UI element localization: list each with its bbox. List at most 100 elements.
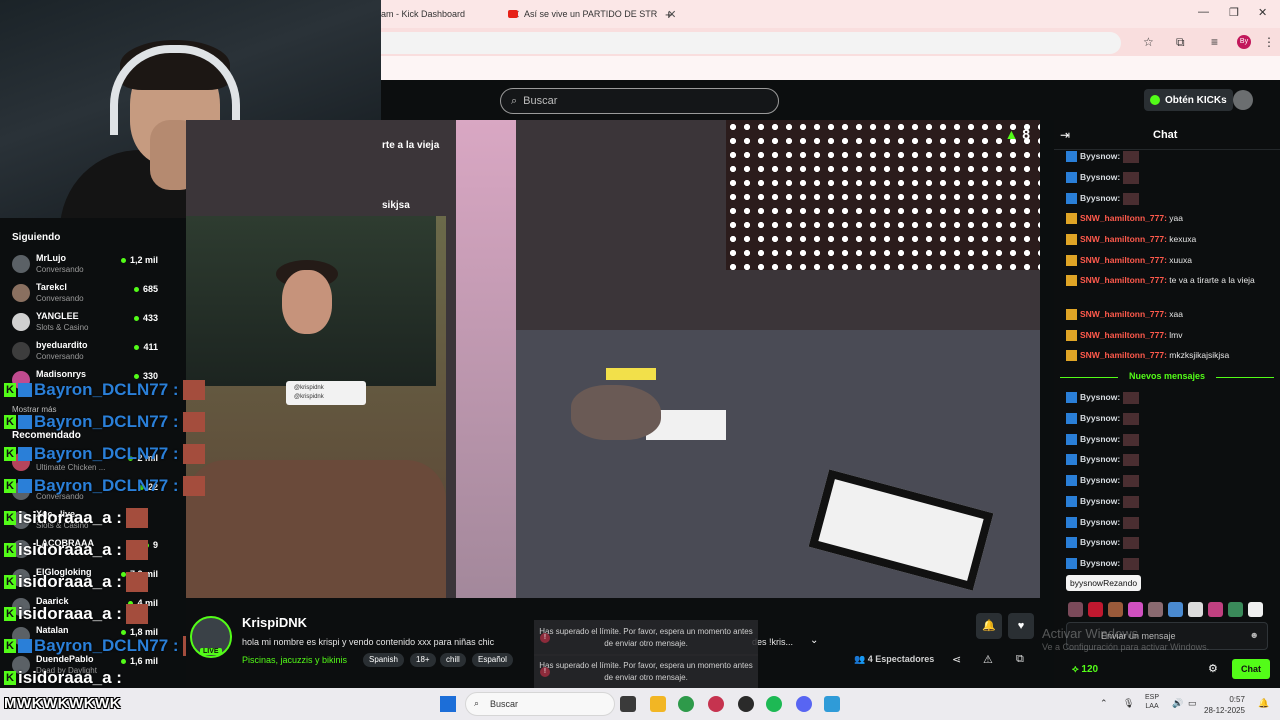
language-region: LAA bbox=[1145, 703, 1159, 710]
chat-message[interactable]: Byysnow: bbox=[1066, 557, 1274, 570]
report-icon[interactable]: ⚠ bbox=[983, 653, 993, 666]
profile-icon[interactable]: By bbox=[1237, 35, 1251, 49]
chat-username: Byysnow: bbox=[1080, 517, 1121, 527]
alert-user: isidoraaa_a : bbox=[18, 572, 122, 591]
maximize-button[interactable]: ❐ bbox=[1229, 6, 1239, 19]
emote-button[interactable] bbox=[1188, 602, 1203, 617]
star-icon[interactable]: ☆ bbox=[1143, 35, 1154, 49]
chat-message[interactable]: SNW_hamiltonn_777: xuuxa bbox=[1066, 254, 1274, 267]
chat-message[interactable]: SNW_hamiltonn_777: te va a tirarte a la … bbox=[1066, 274, 1274, 287]
chat-text: xaa bbox=[1166, 309, 1183, 319]
badge-icon bbox=[1066, 537, 1077, 549]
taskbar-search[interactable]: ⌕ Buscar bbox=[465, 692, 615, 716]
facecam-face bbox=[282, 270, 332, 334]
chat-message[interactable]: Byysnow: bbox=[1066, 412, 1274, 425]
emote-button[interactable] bbox=[1128, 602, 1143, 617]
chevron-down-icon[interactable]: ⌄ bbox=[810, 635, 818, 646]
obs-icon[interactable] bbox=[738, 696, 754, 712]
chat-message[interactable]: Byysnow: bbox=[1066, 171, 1274, 184]
task-view-icon[interactable] bbox=[620, 696, 636, 712]
kicks-balance[interactable]: ⟡ 120 bbox=[1072, 664, 1098, 675]
microphone-icon[interactable]: 🎙 bbox=[1123, 698, 1134, 709]
emote-image bbox=[1122, 536, 1139, 549]
chat-message[interactable]: Byysnow: bbox=[1066, 453, 1274, 466]
extensions-icon[interactable]: ⧉ bbox=[1176, 35, 1185, 50]
chevron-up-icon[interactable]: ⌃ bbox=[1100, 698, 1108, 709]
search-input[interactable]: ⌕ Buscar bbox=[500, 88, 779, 114]
emote-button[interactable] bbox=[1168, 602, 1183, 617]
chat-message[interactable]: SNW_hamiltonn_777: yaa bbox=[1066, 212, 1274, 225]
get-kicks-button[interactable]: Obtén KICKs bbox=[1144, 89, 1233, 111]
chat-message[interactable]: Byysnow: bbox=[1066, 391, 1274, 404]
streamer-name[interactable]: KrispiDNK bbox=[242, 615, 307, 630]
tag-chip[interactable]: Spanish bbox=[363, 653, 404, 667]
share-icon[interactable]: ⋖ bbox=[952, 653, 961, 666]
reading-list-icon[interactable]: ≡ bbox=[1211, 35, 1218, 49]
chat-message[interactable]: SNW_hamiltonn_777: mkzksjikajsikjsa bbox=[1066, 349, 1274, 362]
app-icon[interactable] bbox=[824, 696, 840, 712]
video-player[interactable]: @krispidnk @krispidnk rte a la vieja sik… bbox=[186, 120, 1040, 598]
chat-message[interactable]: Byysnow: bbox=[1066, 516, 1274, 529]
sidebar-item-byeduardito[interactable]: byeduardito Conversando 411 bbox=[12, 339, 162, 367]
tag-chip[interactable]: 18+ bbox=[410, 653, 436, 667]
chrome-icon[interactable] bbox=[678, 696, 694, 712]
alert-row: Kisidoraaa_a : bbox=[4, 566, 148, 598]
overlay-chat-text: rte a la vieja bbox=[382, 140, 440, 151]
chat-message[interactable]: Byysnow: bbox=[1066, 192, 1274, 205]
emote-button[interactable] bbox=[1248, 602, 1263, 617]
battery-icon[interactable]: ▭ bbox=[1188, 698, 1197, 709]
kick-icon: K bbox=[4, 511, 16, 525]
emote-button[interactable] bbox=[1228, 602, 1243, 617]
sidebar-item-tarekcl[interactable]: Tarekcl Conversando 685 bbox=[12, 281, 162, 309]
minimize-button[interactable]: — bbox=[1198, 6, 1209, 18]
address-field[interactable] bbox=[381, 32, 1121, 54]
gear-icon[interactable]: ⚙ bbox=[1208, 662, 1218, 675]
emote-button[interactable] bbox=[1148, 602, 1163, 617]
search-icon: ⌕ bbox=[511, 94, 518, 107]
collapse-chat-icon[interactable]: ⇥ bbox=[1060, 128, 1070, 142]
chat-message[interactable]: SNW_hamiltonn_777: kexuxa bbox=[1066, 233, 1274, 246]
close-window-button[interactable]: ✕ bbox=[1258, 6, 1267, 19]
sidebar-item-yanglee[interactable]: YANGLEE Slots & Casino 433 bbox=[12, 310, 162, 338]
chrome-profile-icon[interactable] bbox=[708, 696, 724, 712]
badge-icon bbox=[1066, 151, 1077, 163]
user-avatar[interactable] bbox=[1233, 90, 1253, 110]
system-clock[interactable]: 0:57 28-12-2025 bbox=[1204, 694, 1245, 716]
emote-image bbox=[1122, 150, 1139, 163]
menu-kebab-icon[interactable]: ⋮ bbox=[1263, 35, 1275, 49]
chat-message[interactable]: SNW_hamiltonn_777: lmv bbox=[1066, 329, 1274, 342]
emote-button[interactable] bbox=[1088, 602, 1103, 617]
chat-message[interactable]: Byysnow: bbox=[1066, 536, 1274, 549]
chat-username: SNW_hamiltonn_777: bbox=[1080, 255, 1167, 265]
rate-limit-toast: ! Has superado el límite. Por favor, esp… bbox=[534, 620, 758, 656]
language-indicator[interactable]: ESP LAA bbox=[1145, 693, 1159, 711]
chat-message[interactable]: Byysnow: bbox=[1066, 433, 1274, 446]
send-chat-button[interactable]: Chat bbox=[1232, 659, 1270, 679]
windows-start-icon[interactable] bbox=[440, 696, 456, 712]
follow-button[interactable]: ♥ bbox=[1008, 613, 1034, 639]
discord-icon[interactable] bbox=[796, 696, 812, 712]
tab-youtube[interactable]: Así se vive un PARTIDO DE STR ✕ bbox=[508, 4, 676, 24]
spotify-icon[interactable] bbox=[766, 696, 782, 712]
chat-message[interactable]: Byysnow: bbox=[1066, 150, 1274, 163]
chat-message[interactable]: Byysnow: bbox=[1066, 474, 1274, 487]
badge-icon bbox=[1066, 275, 1077, 287]
notifications-icon[interactable]: 🔔 bbox=[1258, 698, 1269, 709]
clip-icon[interactable]: ⧉ bbox=[1016, 653, 1024, 666]
new-tab-button[interactable]: + bbox=[665, 4, 673, 24]
sidebar-item-mrlujo[interactable]: MrLujo Conversando 1,2 mil bbox=[12, 252, 162, 280]
new-messages-divider[interactable]: Nuevos mensajes bbox=[1060, 371, 1274, 383]
tab-kick-dashboard[interactable]: am - Kick Dashboard ✕ bbox=[381, 4, 520, 24]
volume-icon[interactable]: 🔊 bbox=[1172, 698, 1183, 709]
tag-chip[interactable]: Español bbox=[472, 653, 513, 667]
emoji-icon[interactable]: ☻ bbox=[1250, 630, 1259, 640]
tag-chip[interactable]: chill bbox=[440, 653, 466, 667]
chat-message[interactable]: SNW_hamiltonn_777: xaa bbox=[1066, 308, 1274, 321]
emote-button[interactable] bbox=[1208, 602, 1223, 617]
emote-button[interactable] bbox=[1108, 602, 1123, 617]
chat-message[interactable]: Byysnow: bbox=[1066, 495, 1274, 508]
notifications-button[interactable]: 🔔 bbox=[976, 613, 1002, 639]
emote-button[interactable] bbox=[1068, 602, 1083, 617]
file-explorer-icon[interactable] bbox=[650, 696, 666, 712]
stream-category[interactable]: Piscinas, jacuzzis y bikinis bbox=[242, 655, 347, 665]
